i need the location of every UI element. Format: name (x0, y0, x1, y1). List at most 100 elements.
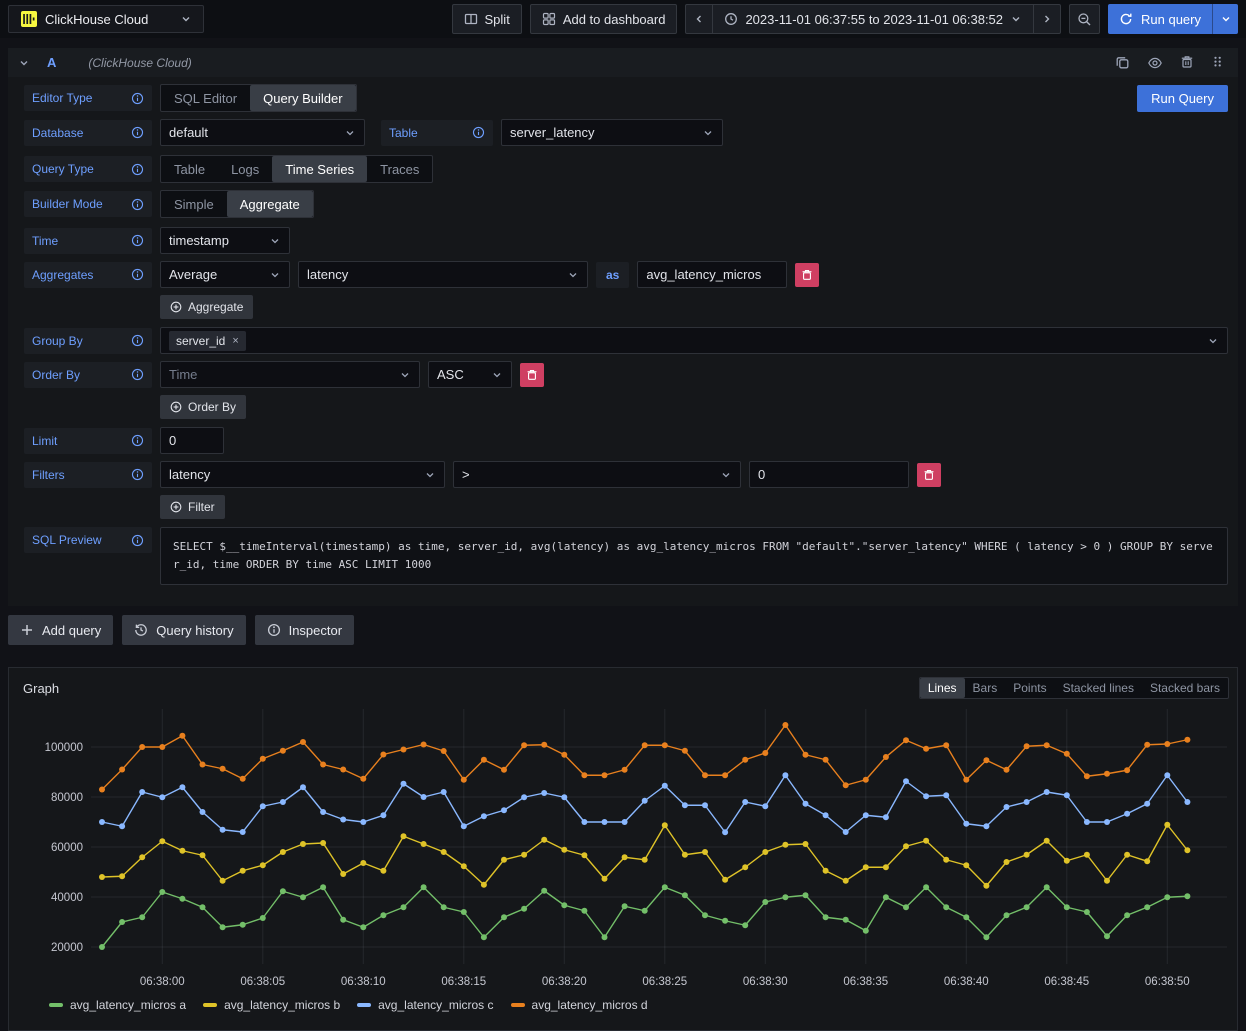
svg-text:20000: 20000 (51, 942, 83, 954)
datasource-picker[interactable]: ClickHouse Cloud (8, 5, 204, 33)
legend-item[interactable]: avg_latency_micros b (203, 998, 340, 1012)
query-row-header[interactable]: A (ClickHouse Cloud) (8, 48, 1238, 77)
query-datasource-hint: (ClickHouse Cloud) (88, 56, 191, 70)
zoom-out-button[interactable] (1069, 4, 1100, 34)
group-by-multiselect[interactable]: server_id × (160, 327, 1228, 354)
add-query-button[interactable]: Add query (8, 615, 113, 645)
limit-input[interactable] (160, 427, 224, 454)
svg-text:60000: 60000 (51, 842, 83, 854)
remove-tag-icon[interactable]: × (232, 335, 238, 347)
info-icon[interactable] (131, 163, 144, 176)
time-range-back-button[interactable] (685, 4, 713, 34)
builder-mode-row: Builder Mode Simple Aggregate (24, 190, 1228, 218)
aggregate-function-select[interactable]: Average (160, 261, 290, 288)
legend-item[interactable]: avg_latency_micros c (357, 998, 493, 1012)
split-button[interactable]: Split (452, 4, 522, 34)
legend-item[interactable]: avg_latency_micros a (49, 998, 186, 1012)
aggregate-column-select[interactable]: latency (298, 261, 588, 288)
series-d-swatch (511, 1003, 525, 1007)
order-by-column-select[interactable]: Time (160, 361, 420, 388)
query-history-button[interactable]: Query history (122, 615, 245, 645)
svg-text:06:38:05: 06:38:05 (240, 976, 285, 988)
query-type-option-table[interactable]: Table (161, 156, 218, 182)
info-icon[interactable] (472, 126, 485, 139)
editor-type-option-query-builder[interactable]: Query Builder (250, 85, 355, 111)
builder-mode-option-simple[interactable]: Simple (161, 191, 227, 217)
remove-aggregate-button[interactable] (795, 263, 819, 287)
sync-icon (1119, 12, 1133, 26)
info-icon[interactable] (131, 268, 144, 281)
order-by-row: Order By Time ASC (24, 361, 1228, 388)
builder-mode-option-aggregate[interactable]: Aggregate (227, 191, 313, 217)
info-icon[interactable] (131, 92, 144, 105)
info-icon[interactable] (131, 534, 144, 547)
filter-value-input[interactable] (749, 461, 909, 488)
remove-filter-button[interactable] (917, 463, 941, 487)
filter-operator-value: > (462, 467, 470, 482)
database-select[interactable]: default (160, 119, 365, 146)
collapse-caret-icon[interactable] (18, 57, 30, 69)
info-icon[interactable] (131, 434, 144, 447)
plus-circle-icon (170, 401, 182, 413)
plus-circle-icon (170, 301, 182, 313)
time-range-picker[interactable]: 2023-11-01 06:37:55 to 2023-11-01 06:38:… (713, 4, 1034, 34)
graph-style-lines[interactable]: Lines (920, 678, 965, 698)
filter-column-value: latency (169, 467, 210, 482)
info-icon[interactable] (131, 126, 144, 139)
zoom-out-icon (1077, 12, 1092, 27)
group-by-row: Group By server_id × (24, 327, 1228, 354)
add-filter-button[interactable]: Filter (160, 495, 225, 519)
trash-icon (526, 369, 538, 381)
drag-handle-icon[interactable] (1211, 55, 1224, 71)
info-icon[interactable] (131, 468, 144, 481)
add-order-by-button[interactable]: Order By (160, 395, 246, 419)
group-by-label: Group By (24, 328, 152, 354)
history-icon (134, 623, 148, 637)
graph-style-stacked-bars[interactable]: Stacked bars (1142, 678, 1228, 698)
time-row: Time timestamp (24, 227, 1228, 254)
time-label: Time (24, 228, 152, 254)
order-by-direction-select[interactable]: ASC (428, 361, 512, 388)
info-icon[interactable] (131, 198, 144, 211)
database-table-row: Database default Table server_latency (24, 119, 1228, 146)
table-value: server_latency (510, 125, 595, 140)
time-column-select[interactable]: timestamp (160, 227, 290, 254)
svg-text:06:38:10: 06:38:10 (341, 976, 386, 988)
hide-query-button[interactable] (1147, 55, 1163, 71)
graph-style-bars[interactable]: Bars (965, 678, 1006, 698)
editor-type-row: Editor Type SQL Editor Query Builder Run… (24, 84, 1228, 112)
run-query-button[interactable]: Run query (1108, 4, 1212, 34)
remove-query-button[interactable] (1180, 55, 1194, 71)
table-select[interactable]: server_latency (501, 119, 723, 146)
filter-operator-select[interactable]: > (453, 461, 741, 488)
editor-type-option-sql-editor[interactable]: SQL Editor (161, 85, 250, 111)
add-to-dashboard-button[interactable]: Add to dashboard (530, 4, 678, 34)
filter-column-select[interactable]: latency (160, 461, 445, 488)
run-query-label: Run query (1141, 12, 1201, 27)
query-type-option-traces[interactable]: Traces (367, 156, 432, 182)
graph-style-stacked-lines[interactable]: Stacked lines (1055, 678, 1142, 698)
graph-panel: Graph Lines Bars Points Stacked lines St… (8, 667, 1238, 1031)
remove-order-by-button[interactable] (520, 363, 544, 387)
query-type-option-time-series[interactable]: Time Series (272, 156, 367, 182)
run-query-panel-button[interactable]: Run Query (1137, 85, 1228, 112)
graph-style-points[interactable]: Points (1005, 678, 1054, 698)
add-aggregate-button[interactable]: Aggregate (160, 295, 253, 319)
chevron-left-icon (693, 13, 705, 25)
apps-grid-icon (542, 12, 556, 26)
group-by-tag[interactable]: server_id × (169, 331, 246, 351)
time-column-value: timestamp (169, 233, 229, 248)
time-range-forward-button[interactable] (1034, 4, 1061, 34)
duplicate-query-button[interactable] (1115, 55, 1130, 71)
run-query-dropdown-button[interactable] (1212, 4, 1238, 34)
info-icon[interactable] (131, 368, 144, 381)
aggregate-alias-input[interactable] (637, 261, 787, 288)
info-icon[interactable] (131, 334, 144, 347)
time-series-chart[interactable]: 06:38:0006:38:0506:38:1006:38:1506:38:20… (9, 703, 1237, 995)
inspector-button[interactable]: Inspector (255, 615, 354, 645)
query-type-option-logs[interactable]: Logs (218, 156, 272, 182)
svg-text:40000: 40000 (51, 892, 83, 904)
legend-item[interactable]: avg_latency_micros d (511, 998, 648, 1012)
info-icon[interactable] (131, 234, 144, 247)
svg-text:06:38:45: 06:38:45 (1044, 976, 1089, 988)
